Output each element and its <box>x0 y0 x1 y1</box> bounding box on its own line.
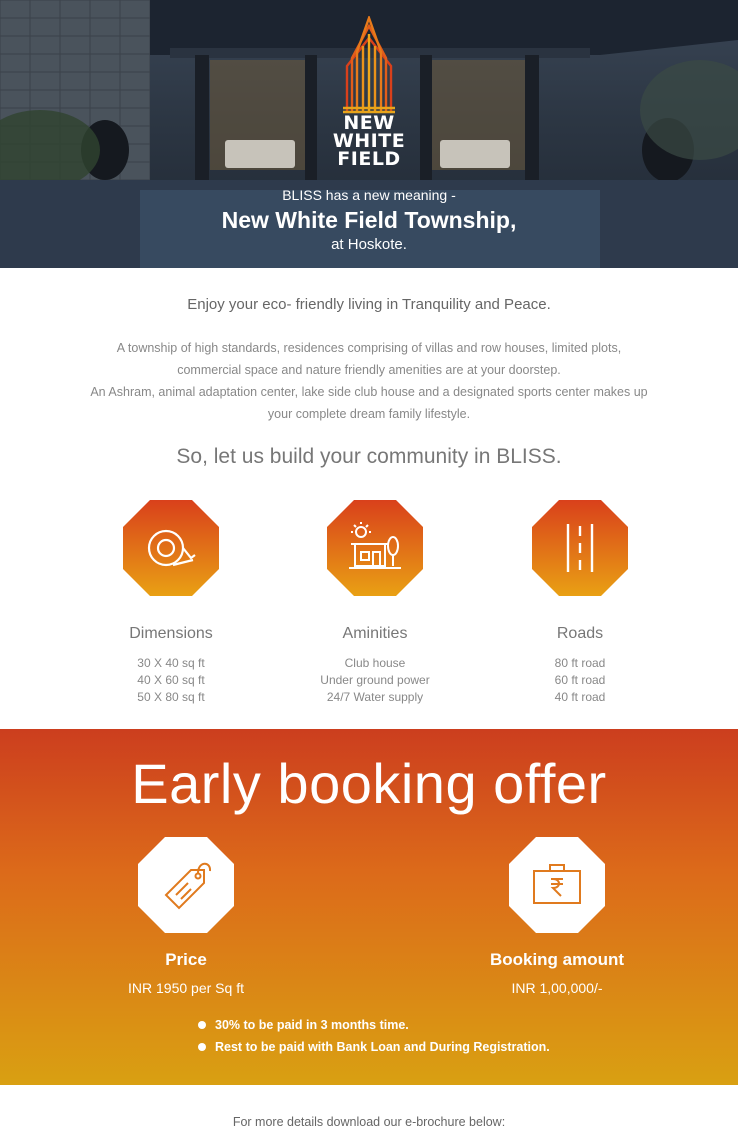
feature-title: Roads <box>556 625 604 642</box>
feature-item: 24/7 Water supply <box>326 690 424 704</box>
intro-paragraph-2: An Ashram, animal adaptation center, lak… <box>90 385 648 421</box>
feature-item: 40 ft road <box>554 690 606 704</box>
feature-list: Club house Under ground power 24/7 Water… <box>275 655 475 706</box>
early-booking-section: Early booking offer Price INR 1950 per S… <box>0 729 738 1085</box>
booking-title: Booking amount <box>489 950 625 969</box>
rupee-briefcase-icon <box>509 837 605 933</box>
intro-lead: Enjoy your eco- friendly living in Tranq… <box>187 296 551 313</box>
price-tag-icon <box>138 837 234 933</box>
house-amenities-icon <box>327 500 423 596</box>
intro-paragraph-1: A township of high standards, residences… <box>116 341 622 377</box>
offer-title: Early booking offer <box>131 752 607 815</box>
hero-subtitle: at Hoskote. <box>331 236 407 253</box>
payment-terms-list: 30% to be paid in 3 months time. Rest to… <box>198 1017 550 1061</box>
feature-item: Under ground power <box>320 673 430 687</box>
feature-title: Dimensions <box>129 625 213 642</box>
feature-dimensions: Dimensions 30 X 40 sq ft 40 X 60 sq ft 5… <box>71 498 271 706</box>
offer-booking: Booking amount INR 1,00,000/- <box>437 835 677 996</box>
logo-wordmark: NEW WHITE FIELD <box>320 114 418 170</box>
feature-item: Club house <box>344 656 406 670</box>
hero-banner: NEW WHITE FIELD BLISS has a new meaning … <box>0 0 738 268</box>
offer-price: Price INR 1950 per Sq ft <box>66 835 306 996</box>
price-value: INR 1950 per Sq ft <box>128 980 244 996</box>
hero-title: New White Field Township, <box>221 207 517 233</box>
payment-term: Rest to be paid with Bank Loan and Durin… <box>198 1039 550 1061</box>
feature-list: 80 ft road 60 ft road 40 ft road <box>480 655 680 706</box>
feature-item: 80 ft road <box>554 656 606 670</box>
feature-item: 50 X 80 sq ft <box>137 690 205 704</box>
brochure-note: For more details download our e-brochure… <box>232 1115 506 1129</box>
hero-tagline: BLISS has a new meaning - <box>282 187 456 203</box>
road-icon <box>532 500 628 596</box>
feature-item: 40 X 60 sq ft <box>137 673 205 687</box>
price-title: Price <box>165 950 207 969</box>
feature-amenities: Aminities Club house Under ground power … <box>275 498 475 706</box>
feature-title: Aminities <box>342 625 408 642</box>
measuring-tape-icon <box>123 500 219 596</box>
feature-list: 30 X 40 sq ft 40 X 60 sq ft 50 X 80 sq f… <box>71 655 271 706</box>
feature-roads: Roads 80 ft road 60 ft road 40 ft road <box>480 498 680 706</box>
feature-item: 60 ft road <box>554 673 606 687</box>
feature-item: 30 X 40 sq ft <box>137 656 205 670</box>
community-tagline: So, let us build your community in BLISS… <box>176 445 562 468</box>
payment-term: 30% to be paid in 3 months time. <box>198 1017 550 1039</box>
booking-value: INR 1,00,000/- <box>511 980 603 996</box>
logo-line-3: FIELD <box>337 148 401 170</box>
